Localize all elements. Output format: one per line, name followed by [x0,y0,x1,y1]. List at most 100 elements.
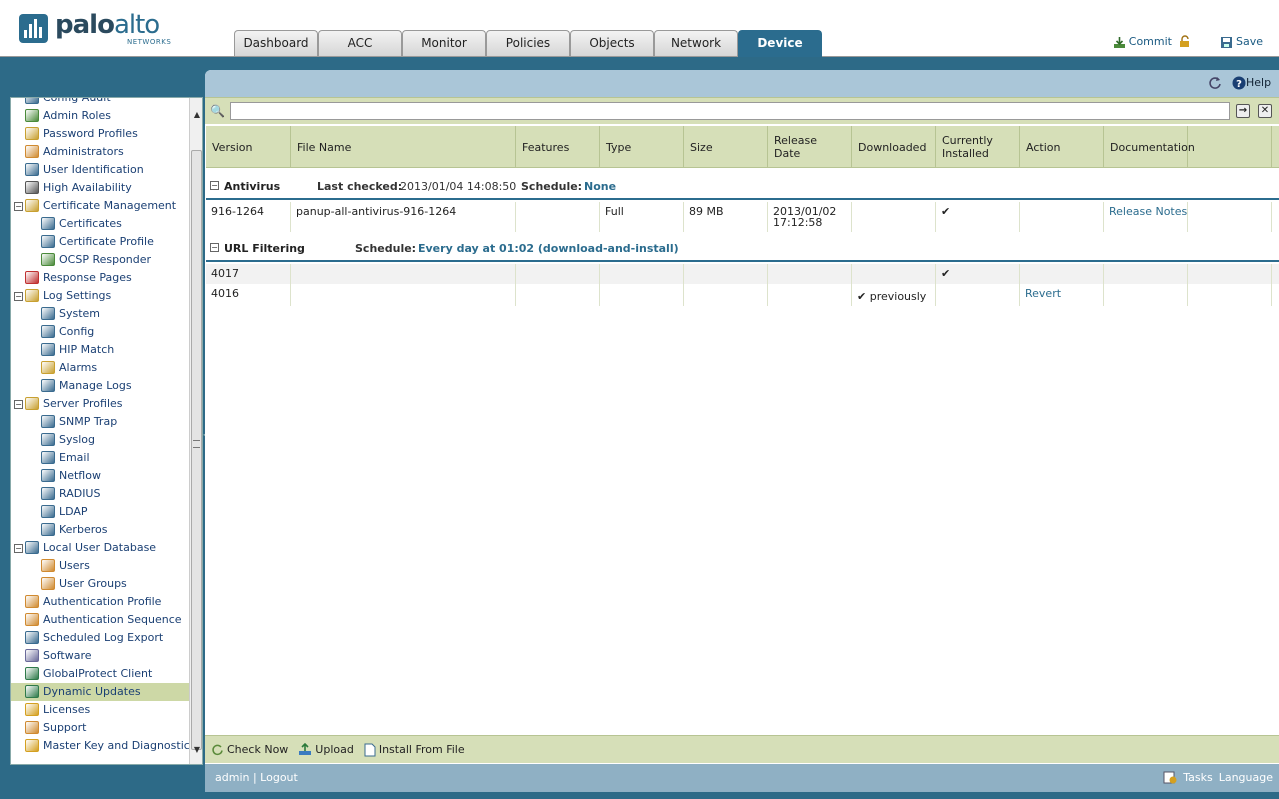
sidebar-item-label: GlobalProtect Client [43,667,153,680]
scroll-up-icon[interactable]: ▲ [190,108,202,122]
sidebar-item-label: Email [59,451,90,464]
sidebar-item-certificate-profile[interactable]: Certificate Profile [11,233,189,251]
sidebar-item-support[interactable]: Support [11,719,189,737]
sidebar-item-dynamic-updates[interactable]: Dynamic Updates [11,683,189,701]
tasks-icon[interactable] [1163,771,1177,784]
sidebar-item-password-profiles[interactable]: Password Profiles [11,125,189,143]
log-icon [41,325,55,338]
col-release-date[interactable]: Release Date [768,126,852,168]
tab-dashboard[interactable]: Dashboard [234,30,318,56]
tab-network[interactable]: Network [654,30,738,56]
cell-release-date [768,284,852,306]
sidebar-item-ldap[interactable]: LDAP [11,503,189,521]
sidebar-item-high-availability[interactable]: High Availability [11,179,189,197]
sidebar-item-master-key-and-diagnostics[interactable]: Master Key and Diagnostics [11,737,196,755]
sidebar-item-manage-logs[interactable]: Manage Logs [11,377,189,395]
url-schedule-link[interactable]: Every day at 01:02 (download-and-install… [418,242,679,255]
sidebar-item-certificate-management[interactable]: − Certificate Management [11,197,189,215]
scroll-down-icon[interactable]: ▼ [190,743,202,757]
cell-documentation [1104,264,1188,284]
sidebar-item-certificates[interactable]: Certificates [11,215,189,233]
tab-policies[interactable]: Policies [486,30,570,56]
sidebar-item-globalprotect-client[interactable]: GlobalProtect Client [11,665,189,683]
device-nav-tree: Config Audit Admin Roles Password Profiles… [10,97,203,765]
col-documentation[interactable]: Documentation [1104,126,1195,168]
sidebar-item-response-pages[interactable]: Response Pages [11,269,189,287]
apply-filter-icon[interactable]: → [1236,104,1250,118]
software-icon [25,649,39,662]
header-actions: Commit Save [1113,35,1263,49]
group-name: Antivirus [224,180,281,193]
sidebar-item-system[interactable]: System [11,305,189,323]
scroll-thumb[interactable] [191,150,202,750]
sidebar-item-scheduled-log-export[interactable]: Scheduled Log Export [11,629,189,647]
revert-link[interactable]: Revert [1020,284,1104,306]
refresh-icon[interactable] [1208,76,1222,90]
collapse-toggle-icon[interactable]: − [210,181,219,190]
tasks-link[interactable]: Tasks [1183,771,1212,784]
col-features[interactable]: Features [516,126,600,168]
sidebar-item-users[interactable]: Users [11,557,189,575]
collapse-toggle-icon[interactable]: − [14,400,23,409]
sidebar-item-user-groups[interactable]: User Groups [11,575,189,593]
sidebar-item-user-identification[interactable]: User Identification [11,161,189,179]
user-icon [41,559,55,572]
sidebar-item-email[interactable]: Email [11,449,189,467]
sidebar-item-hip-match[interactable]: HIP Match [11,341,189,359]
sidebar-item-snmp-trap[interactable]: SNMP Trap [11,413,189,431]
sidebar-item-label: Master Key and Diagnostics [43,739,196,752]
sidebar-item-kerberos[interactable]: Kerberos [11,521,189,539]
col-size[interactable]: Size [684,126,768,168]
sidebar-item-label: Response Pages [43,271,132,284]
save-button[interactable]: Save [1220,35,1263,49]
tab-acc[interactable]: ACC [318,30,402,56]
sidebar-item-config[interactable]: Config [11,323,189,341]
col-type[interactable]: Type [600,126,684,168]
group-name: URL Filtering [224,242,305,255]
collapse-toggle-icon[interactable]: − [14,292,23,301]
config-lock-icon[interactable] [1178,35,1191,48]
sidebar-item-log-settings[interactable]: − Log Settings [11,287,189,305]
sidebar-item-ocsp-responder[interactable]: OCSP Responder [11,251,189,269]
col-currently-installed[interactable]: Currently Installed [936,126,1020,168]
col-action[interactable]: Action [1020,126,1104,168]
collapse-toggle-icon[interactable]: − [14,202,23,211]
logout-link[interactable]: Logout [260,771,298,784]
sidebar-item-syslog[interactable]: Syslog [11,431,189,449]
folder-icon [25,289,39,302]
tab-objects[interactable]: Objects [570,30,654,56]
release-notes-link[interactable]: Release Notes [1104,202,1188,232]
install-from-file-button[interactable]: Install From File [364,743,465,757]
sidebar-item-netflow[interactable]: Netflow [11,467,189,485]
language-link[interactable]: Language [1219,771,1273,784]
sidebar-item-config-audit[interactable]: Config Audit [11,98,189,107]
col-version[interactable]: Version [206,126,291,168]
table-row[interactable]: 4017 ✔ [206,264,1279,284]
clear-filter-icon[interactable]: ✕ [1258,104,1272,118]
sidebar-item-alarms[interactable]: Alarms [11,359,189,377]
sidebar-item-administrators[interactable]: Administrators [11,143,189,161]
tab-monitor[interactable]: Monitor [402,30,486,56]
upload-button[interactable]: Upload [298,743,354,756]
check-now-button[interactable]: Check Now [211,743,288,756]
collapse-toggle-icon[interactable]: − [210,243,219,252]
sidebar-item-admin-roles[interactable]: Admin Roles [11,107,189,125]
collapse-toggle-icon[interactable]: − [14,544,23,553]
sidebar-item-authentication-profile[interactable]: Authentication Profile [11,593,189,611]
col-file-name[interactable]: File Name [291,126,516,168]
col-downloaded[interactable]: Downloaded [852,126,936,168]
sidebar-item-licenses[interactable]: Licenses [11,701,189,719]
sidebar-item-software[interactable]: Software [11,647,189,665]
table-row[interactable]: 916-1264 panup-all-antivirus-916-1264 Fu… [206,202,1279,232]
sidebar-item-local-user-database[interactable]: − Local User Database [11,539,189,557]
sidebar-item-authentication-sequence[interactable]: Authentication Sequence [11,611,189,629]
help-button[interactable]: ? Help [1232,76,1271,90]
antivirus-schedule-link[interactable]: None [584,180,616,193]
sidebar-item-radius[interactable]: RADIUS [11,485,189,503]
table-row[interactable]: 4016 ✔ previously Revert [206,284,1279,306]
commit-button[interactable]: Commit [1113,35,1172,49]
nav-scrollbar[interactable]: ▲ ▼ [189,98,202,764]
tab-device[interactable]: Device [738,30,822,57]
filter-input[interactable] [230,102,1230,120]
sidebar-item-server-profiles[interactable]: − Server Profiles [11,395,189,413]
